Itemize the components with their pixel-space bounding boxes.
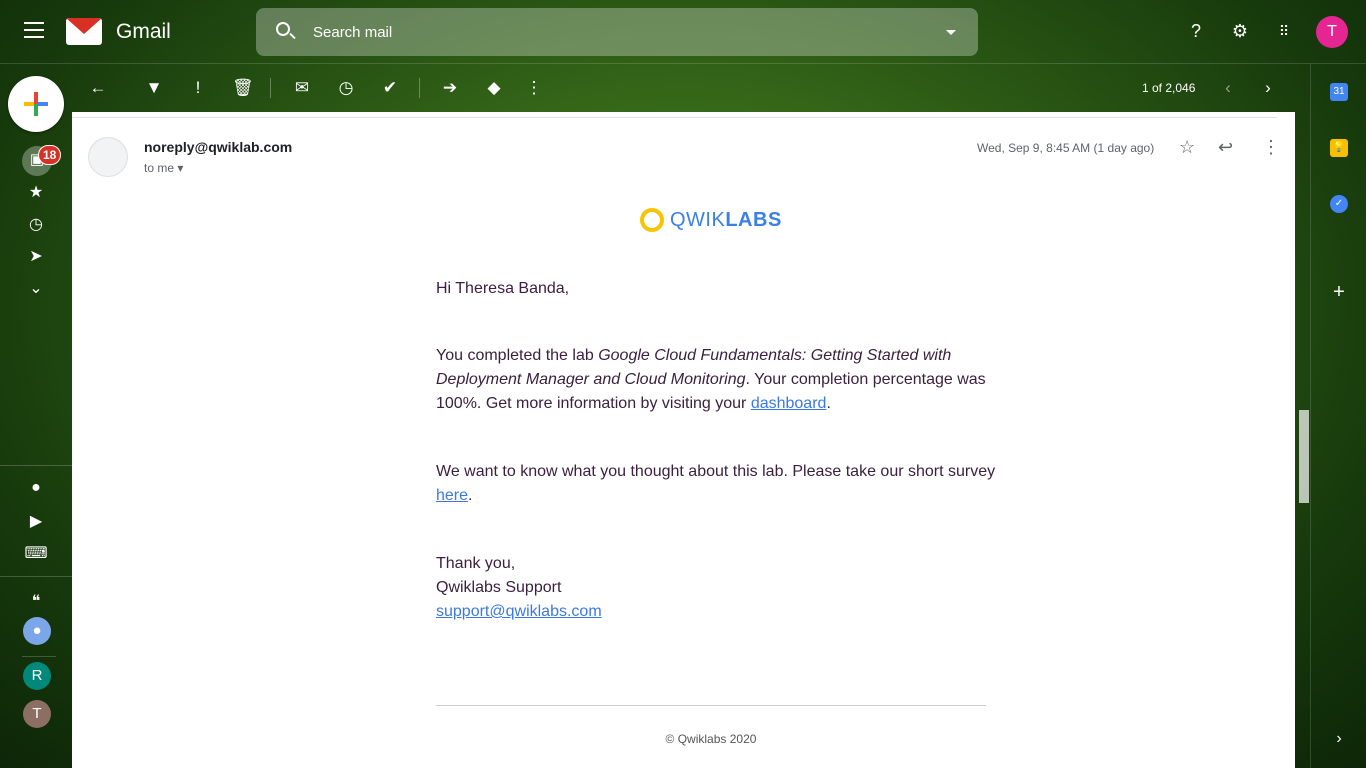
survey-link[interactable]: here (436, 487, 468, 504)
side-panel (1310, 64, 1366, 768)
survey-paragraph: We want to know what you thought about t… (436, 463, 996, 504)
message-view: noreply@qwiklab.com to me ▾ Wed, Sep 9, … (72, 112, 1295, 768)
search-bar[interactable]: Search mail (256, 8, 978, 56)
search-icon[interactable] (276, 22, 290, 36)
message-date: Wed, Sep 9, 8:45 AM (1 day ago) (977, 141, 1155, 155)
qwiklabs-logo: QWIKLABS (640, 208, 782, 232)
reply-icon[interactable]: ↩ (1218, 137, 1233, 158)
hangouts-chat-icon[interactable]: ● (0, 479, 72, 497)
settings-gear-icon[interactable]: ⚙ (1229, 20, 1251, 42)
search-options-icon[interactable] (946, 30, 956, 35)
sender-email[interactable]: noreply@qwiklab.com (144, 139, 292, 155)
more-options-icon[interactable]: ⋮ (1262, 137, 1280, 158)
get-addons-plus-icon[interactable]: + (1330, 282, 1348, 302)
star-icon[interactable]: ☆ (1179, 137, 1195, 158)
scrollbar[interactable] (1299, 410, 1309, 503)
show-side-panel-icon[interactable]: › (1330, 730, 1348, 748)
completion-paragraph: You completed the lab Google Cloud Funda… (436, 347, 986, 412)
pagination-count: 1 of 2,046 (1142, 81, 1196, 95)
top-bar: Gmail Search mail ? ⚙ ⠿ T (0, 0, 1366, 64)
snooze-clock-icon[interactable]: ◷ (336, 78, 356, 98)
keyboard-icon[interactable]: ⌨ (0, 543, 72, 563)
hangouts-icon[interactable]: ❝ (0, 591, 72, 611)
sent-icon[interactable]: ➤ (0, 246, 72, 266)
move-to-icon[interactable]: ➔ (440, 78, 460, 98)
apps-grid-icon[interactable]: ⠿ (1273, 20, 1295, 42)
more-chevron-icon[interactable]: ⌄ (0, 278, 72, 298)
gmail-logo-icon[interactable] (66, 18, 102, 45)
support-email-link[interactable]: support@qwiklabs.com (436, 603, 602, 620)
message-toolbar: ← ▼ ! 🗑 ✉ ◷ ✔ ➔ ◆ ⋮ 1 of 2,046 ‹ › (72, 64, 1310, 112)
contact-avatar-r[interactable]: R (23, 662, 51, 690)
delete-trash-icon[interactable]: 🗑 (232, 78, 254, 98)
archive-icon[interactable]: ▼ (144, 78, 164, 98)
report-spam-icon[interactable]: ! (188, 78, 208, 98)
mark-unread-icon[interactable]: ✉ (292, 78, 312, 98)
search-input[interactable]: Search mail (313, 24, 392, 41)
older-chevron-icon[interactable]: › (1258, 78, 1278, 98)
recipient-details[interactable]: to me ▾ (144, 161, 183, 175)
meet-video-icon[interactable]: ▶ (0, 511, 72, 531)
add-to-tasks-icon[interactable]: ✔ (380, 78, 400, 98)
app-name[interactable]: Gmail (116, 20, 171, 44)
starred-icon[interactable]: ★ (0, 182, 72, 202)
snoozed-icon[interactable]: ◷ (0, 214, 72, 234)
compose-button[interactable] (8, 76, 64, 132)
recipient-label: to me (144, 161, 175, 175)
dashboard-link[interactable]: dashboard (751, 395, 827, 412)
contact-avatar-t[interactable]: T (23, 700, 51, 728)
sender-avatar-icon (88, 137, 128, 177)
qwiklabs-logo-icon (640, 208, 664, 232)
label-icon[interactable]: ◆ (484, 78, 504, 98)
back-arrow-icon[interactable]: ← (88, 78, 108, 98)
greeting: Hi Theresa Banda, (436, 280, 570, 297)
tasks-icon[interactable]: ✓ (1330, 195, 1348, 213)
user-avatar-icon[interactable]: ● (23, 617, 51, 645)
keep-icon[interactable]: 💡 (1330, 139, 1348, 157)
account-avatar[interactable]: T (1316, 16, 1348, 48)
newer-chevron-icon[interactable]: ‹ (1218, 78, 1238, 98)
main-menu-icon[interactable] (24, 22, 44, 43)
help-icon[interactable]: ? (1185, 20, 1207, 42)
more-vert-icon[interactable]: ⋮ (524, 78, 544, 98)
sign-off: Thank you, Qwiklabs Support support@qwik… (436, 555, 602, 620)
calendar-icon[interactable]: 31 (1330, 83, 1348, 101)
inbox-unread-badge: 18 (38, 145, 62, 165)
footer-copyright: © Qwiklabs 2020 (665, 732, 757, 746)
